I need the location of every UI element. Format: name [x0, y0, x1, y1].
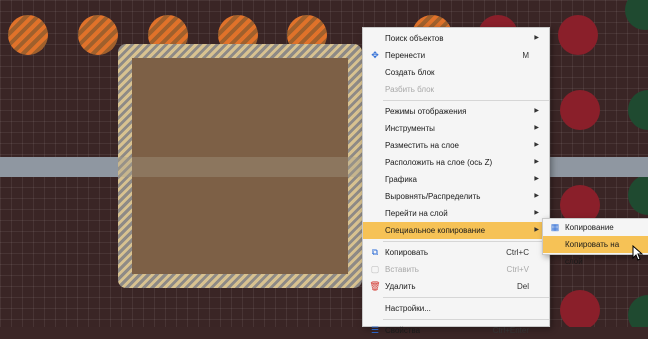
submenu-arrow-icon: ▶: [534, 193, 539, 199]
pad-8[interactable]: [558, 15, 598, 55]
menu-item-delete[interactable]: 🗑 Удалить Del: [363, 278, 549, 295]
selected-component[interactable]: [118, 44, 362, 288]
menu-item-label: Копировать на слой: [565, 240, 620, 266]
menu-item-move[interactable]: ✥ Перенести M: [363, 47, 549, 64]
menu-item-shortcut: M: [522, 51, 529, 60]
submenu-arrow-icon: ▶: [534, 176, 539, 182]
menu-item-find-objects[interactable]: Поиск объектов ▶: [363, 30, 549, 47]
menu-item-shortcut: Ctrl+Enter: [492, 326, 529, 335]
pad-15[interactable]: [628, 295, 648, 327]
mouse-cursor-icon: [632, 245, 644, 261]
menu-item-graphics[interactable]: Графика ▶: [363, 171, 549, 188]
menu-item-label: Свойства: [385, 326, 421, 335]
menu-item-label: Перенести: [385, 51, 426, 60]
submenu-arrow-icon: ▶: [534, 125, 539, 131]
menu-item-label: Разместить на слое: [385, 141, 459, 150]
menu-item-label: Выровнять/Распределить: [385, 192, 481, 201]
paste-icon: ▢: [370, 264, 380, 274]
menu-separator: [383, 100, 549, 101]
menu-item-paste[interactable]: ▢ Вставить Ctrl+V: [363, 261, 549, 278]
menu-item-label: Графика: [385, 175, 417, 184]
menu-item-label: Создать блок: [385, 68, 435, 77]
menu-item-label: Режимы отображения: [385, 107, 467, 116]
menu-item-special-copy[interactable]: Специальное копирование ▶: [363, 222, 549, 239]
menu-item-label: Настройки...: [385, 304, 431, 313]
submenu-arrow-icon: ▶: [534, 159, 539, 165]
menu-item-align-distribute[interactable]: Выровнять/Распределить ▶: [363, 188, 549, 205]
menu-separator: [383, 297, 549, 298]
menu-item-label: Удалить: [385, 282, 416, 291]
menu-item-shortcut: Ctrl+C: [506, 248, 529, 257]
context-menu: Поиск объектов ▶ ✥ Перенести M Создать б…: [362, 27, 550, 335]
menu-item-properties[interactable]: ☰ Свойства Ctrl+Enter: [363, 322, 549, 339]
menu-item-tools[interactable]: Инструменты ▶: [363, 120, 549, 137]
move-icon: ✥: [371, 50, 379, 60]
menu-item-place-on-layer[interactable]: Разместить на слое ▶: [363, 137, 549, 154]
menu-separator: [383, 319, 549, 320]
submenu-arrow-icon: ▶: [534, 210, 539, 216]
copy-icon: ⧉: [371, 247, 379, 257]
pad-9[interactable]: [560, 90, 600, 130]
submenu-arrow-icon: ▶: [534, 227, 539, 233]
pad-11[interactable]: [560, 290, 600, 327]
menu-item-shortcut: Ctrl+V: [506, 265, 529, 274]
matrix-icon: ▦: [550, 222, 560, 232]
menu-item-label: Специальное копирование: [385, 226, 486, 235]
menu-item-label: Расположить на слое (ось Z): [385, 158, 493, 167]
menu-item-label: Вставить: [385, 265, 419, 274]
pad-13[interactable]: [628, 90, 648, 130]
menu-item-break-block[interactable]: Разбить блок: [363, 81, 549, 98]
pcb-canvas[interactable]: [0, 0, 648, 327]
properties-icon: ☰: [370, 325, 380, 335]
submenu-arrow-icon: ▶: [534, 108, 539, 114]
pad-1[interactable]: [8, 15, 48, 55]
menu-item-label: Копировать: [385, 248, 429, 257]
pad-14[interactable]: [628, 175, 648, 215]
menu-item-label: Поиск объектов: [385, 34, 444, 43]
menu-separator: [383, 241, 549, 242]
pad-12[interactable]: [625, 0, 648, 30]
menu-item-label: Разбить блок: [385, 85, 435, 94]
menu-item-shortcut: Del: [516, 282, 529, 291]
menu-item-display-modes[interactable]: Режимы отображения ▶: [363, 103, 549, 120]
track-overlay: [118, 157, 362, 177]
menu-item-label: Перейти на слой: [385, 209, 448, 218]
menu-item-go-to-layer[interactable]: Перейти на слой ▶: [363, 205, 549, 222]
menu-item-arrange-z[interactable]: Расположить на слое (ось Z) ▶: [363, 154, 549, 171]
menu-item-copy[interactable]: ⧉ Копировать Ctrl+C: [363, 244, 549, 261]
menu-item-create-block[interactable]: Создать блок: [363, 64, 549, 81]
menu-item-label: Инструменты: [385, 124, 435, 133]
submenu-arrow-icon: ▶: [534, 35, 539, 41]
submenu-arrow-icon: ▶: [534, 142, 539, 148]
trash-icon: 🗑: [369, 281, 381, 291]
menu-item-settings[interactable]: Настройки...: [363, 300, 549, 317]
pad-2[interactable]: [78, 15, 118, 55]
submenu-item-matrix-copy[interactable]: ▦ Копирование матрицей: [543, 219, 648, 249]
